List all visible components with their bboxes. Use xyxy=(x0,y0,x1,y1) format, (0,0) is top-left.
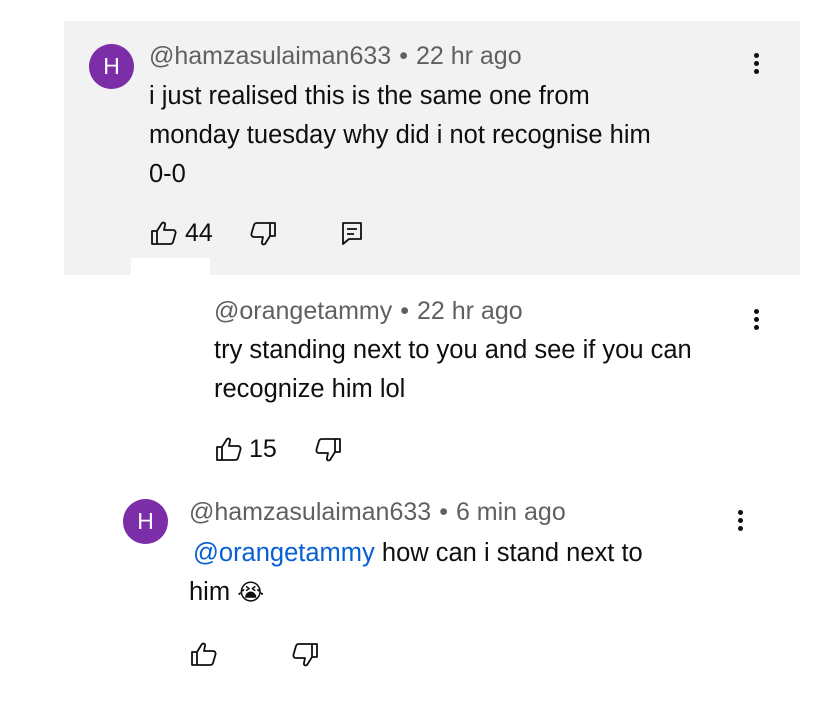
reply-timestamp[interactable]: 6 min ago xyxy=(456,498,566,526)
reply-text: how can i stand next to xyxy=(374,539,643,567)
like-count: 44 xyxy=(185,219,213,247)
avatar-initial: H xyxy=(137,508,154,534)
thread-divider-notch xyxy=(131,258,210,275)
reply-text-line: recognize him lol xyxy=(214,375,406,403)
meta-separator: • xyxy=(399,42,408,70)
reply-text-line: try standing next to you and see if you … xyxy=(214,336,692,364)
reply-meta: @orangetammy • 22 hr ago xyxy=(214,297,523,326)
avatar[interactable]: H xyxy=(123,499,168,544)
comment-text-line: monday tuesday why did i not recognise h… xyxy=(149,121,651,149)
meta-separator: • xyxy=(439,498,448,526)
thumbs-up-icon[interactable] xyxy=(150,220,178,246)
avatar-initial: H xyxy=(103,53,120,79)
thumbs-up-icon[interactable] xyxy=(215,436,243,462)
like-count: 15 xyxy=(249,435,277,463)
comment-author[interactable]: @hamzasulaiman633 xyxy=(149,42,391,70)
comment-meta: @hamzasulaiman633 • 22 hr ago xyxy=(149,42,522,71)
reply-text: him xyxy=(189,578,238,606)
more-options-button[interactable] xyxy=(730,504,750,538)
reply-text-line: @orangetammy how can i stand next to xyxy=(193,534,643,573)
reply-author[interactable]: @orangetammy xyxy=(214,297,392,325)
thumbs-down-icon[interactable] xyxy=(291,642,319,668)
reply-timestamp[interactable]: 22 hr ago xyxy=(417,297,523,325)
comment-timestamp[interactable]: 22 hr ago xyxy=(416,42,522,70)
thumbs-down-icon[interactable] xyxy=(249,221,277,247)
avatar[interactable]: H xyxy=(89,44,134,89)
reply-meta: @hamzasulaiman633 • 6 min ago xyxy=(189,498,566,527)
more-options-button[interactable] xyxy=(746,303,766,337)
comment-text-line: i just realised this is the same one fro… xyxy=(149,82,590,110)
reply-text-line: him 😭 xyxy=(189,573,264,613)
reply-icon[interactable] xyxy=(340,220,364,246)
more-options-button[interactable] xyxy=(746,47,766,81)
thumbs-down-icon[interactable] xyxy=(314,437,342,463)
thumbs-up-icon[interactable] xyxy=(190,641,218,667)
mention-link[interactable]: @orangetammy xyxy=(193,539,375,567)
reply-author[interactable]: @hamzasulaiman633 xyxy=(189,498,431,526)
crying-emoji: 😭 xyxy=(237,580,265,606)
meta-separator: • xyxy=(400,297,409,325)
comment-text-line: 0-0 xyxy=(149,160,186,188)
